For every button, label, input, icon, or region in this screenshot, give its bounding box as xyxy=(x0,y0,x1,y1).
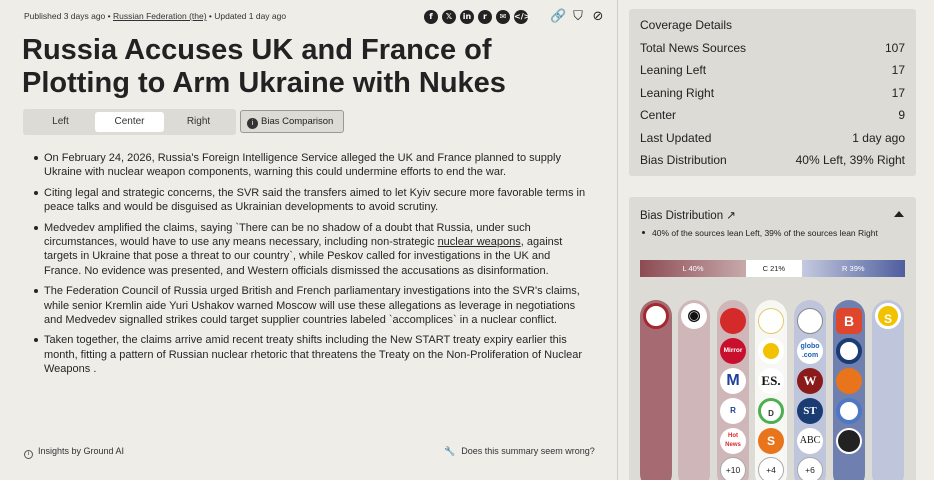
coverage-label: Center xyxy=(640,108,677,123)
bias-comparison-button[interactable]: i Bias Comparison xyxy=(240,110,344,133)
info-icon: i xyxy=(24,450,33,459)
more-sources-button[interactable]: +6 xyxy=(797,457,823,480)
source-logo[interactable] xyxy=(643,303,669,329)
column-divider xyxy=(617,0,618,480)
source-logo[interactable]: ES. xyxy=(758,368,784,394)
source-logo[interactable] xyxy=(836,368,862,394)
bookmark-icon[interactable]: ⛉ xyxy=(570,9,586,25)
source-country-link[interactable]: Russian Federation (the) xyxy=(113,11,207,21)
coverage-label: Total News Sources xyxy=(640,41,747,55)
source-column-lean-left: Mirror M R Hot News +10 xyxy=(717,300,749,480)
facebook-icon[interactable]: f xyxy=(424,10,438,24)
source-logo[interactable]: S xyxy=(758,428,784,454)
insights-label: Insights by Ground AI xyxy=(38,446,125,456)
insights-credit[interactable]: i Insights by Ground AI xyxy=(24,446,124,459)
feedback-link[interactable]: 🔧 Does this summary seem wrong? xyxy=(444,446,595,457)
source-logo[interactable]: ABC xyxy=(797,428,823,454)
source-column-left: ◉ xyxy=(678,300,710,480)
list-item: Citing legal and strategic concerns, the… xyxy=(34,186,590,215)
source-logo[interactable]: globo .com xyxy=(797,338,823,364)
updated-label: • Updated 1 day ago xyxy=(208,11,287,21)
source-logo[interactable]: Hot News xyxy=(720,428,746,454)
coverage-value: 9 xyxy=(898,108,905,123)
coverage-row: Center 9 xyxy=(640,107,905,129)
coverage-row: Leaning Right 17 xyxy=(640,85,905,107)
summary-list: On February 24, 2026, Russia's Foreign I… xyxy=(34,151,590,383)
link-icon[interactable]: 🔗 xyxy=(550,9,566,25)
source-logo[interactable] xyxy=(758,308,784,334)
reddit-icon[interactable]: r xyxy=(478,10,492,24)
bias-bar-center: C 21% xyxy=(746,260,802,277)
source-logo[interactable]: D xyxy=(758,398,784,424)
source-logo[interactable]: ST xyxy=(797,398,823,424)
source-logo[interactable]: M xyxy=(720,368,746,394)
embed-icon[interactable]: </> xyxy=(514,10,530,24)
source-column-right: B xyxy=(833,300,865,480)
bias-bar: L 40% C 21% R 39% xyxy=(640,260,905,277)
source-logo[interactable] xyxy=(836,338,862,364)
article-meta: Published 3 days ago • Russian Federatio… xyxy=(24,11,286,21)
list-item: The Federation Council of Russia urged B… xyxy=(34,284,590,327)
coverage-label: Last Updated xyxy=(640,130,712,145)
source-logo[interactable]: Mirror xyxy=(720,338,746,364)
coverage-row: Bias Distribution 40% Left, 39% Right xyxy=(640,152,905,174)
source-logo[interactable]: R xyxy=(720,398,746,424)
source-column-lean-right: globo .com W ST ABC +6 xyxy=(794,300,826,480)
tab-right[interactable]: Right xyxy=(164,112,233,132)
list-item: On February 24, 2026, Russia's Foreign I… xyxy=(34,151,590,180)
list-item: Medvedev amplified the claims, saying `T… xyxy=(34,221,590,279)
email-icon[interactable]: ✉ xyxy=(496,10,510,24)
perspective-tabs: Left Center Right xyxy=(23,109,236,135)
x-icon[interactable]: 𝕏 xyxy=(442,10,456,24)
bias-comparison-label: Bias Comparison xyxy=(261,116,334,127)
collapse-chevron-icon[interactable] xyxy=(894,211,904,217)
bias-distribution-panel: Bias Distribution ↗ 40% of the sources l… xyxy=(629,197,916,480)
bias-note: 40% of the sources lean Left, 39% of the… xyxy=(642,227,904,239)
coverage-value: 17 xyxy=(891,63,905,78)
coverage-value: 17 xyxy=(891,85,905,100)
coverage-value: 107 xyxy=(884,41,905,55)
source-logo[interactable] xyxy=(720,308,746,334)
source-logo[interactable] xyxy=(758,338,784,364)
linkedin-icon[interactable]: in xyxy=(460,10,474,24)
tab-left[interactable]: Left xyxy=(26,112,95,132)
list-item: Taken together, the claims arrive amid r… xyxy=(34,333,590,376)
bias-bar-left: L 40% xyxy=(640,260,746,277)
nuclear-weapons-link[interactable]: nuclear weapons xyxy=(438,236,521,248)
source-column-far-left xyxy=(640,300,672,480)
source-logo[interactable] xyxy=(797,308,823,334)
bias-distribution-heading[interactable]: Bias Distribution ↗ xyxy=(640,208,736,222)
source-column-far-right: S xyxy=(872,300,904,480)
coverage-value: 40% Left, 39% Right xyxy=(795,152,905,167)
tab-center[interactable]: Center xyxy=(95,112,164,132)
source-column-center: ES. D S +4 xyxy=(755,300,787,480)
share-bar: f 𝕏 in r ✉ </> 🔗 ⛉ ⊘ xyxy=(424,9,606,25)
source-logo[interactable]: B xyxy=(836,308,862,334)
bias-bar-right: R 39% xyxy=(801,260,905,277)
page-title: Russia Accuses UK and France of Plotting… xyxy=(22,34,506,99)
coverage-row: Leaning Left 17 xyxy=(640,62,905,84)
source-logo[interactable] xyxy=(836,428,862,454)
info-icon: i xyxy=(247,118,258,129)
source-logo[interactable] xyxy=(836,398,862,424)
coverage-row: Last Updated 1 day ago xyxy=(640,130,905,152)
published-label: Published 3 days ago • xyxy=(24,11,111,21)
coverage-value: 1 day ago xyxy=(852,130,905,145)
source-logo[interactable]: S xyxy=(875,303,901,329)
wrench-icon: 🔧 xyxy=(444,447,456,457)
coverage-label: Leaning Right xyxy=(640,85,715,100)
source-logo[interactable]: W xyxy=(797,368,823,394)
coverage-label: Bias Distribution xyxy=(640,152,727,167)
block-icon[interactable]: ⊘ xyxy=(590,9,606,25)
more-sources-button[interactable]: +4 xyxy=(758,457,784,480)
coverage-row: Total News Sources 107 xyxy=(640,40,905,62)
coverage-label: Leaning Left xyxy=(640,63,707,78)
coverage-heading: Coverage Details xyxy=(640,18,733,32)
coverage-details-panel: Coverage Details Total News Sources 107 L… xyxy=(629,9,916,176)
feedback-label: Does this summary seem wrong? xyxy=(461,446,595,456)
more-sources-button[interactable]: +10 xyxy=(720,457,746,480)
source-logo[interactable]: ◉ xyxy=(681,303,707,329)
